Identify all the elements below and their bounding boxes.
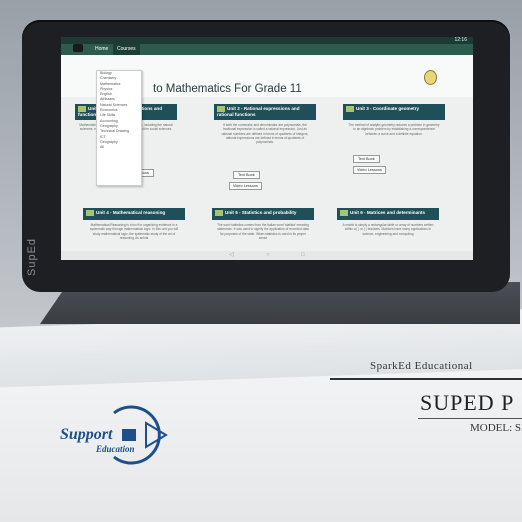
courses-dropdown: Biology Chemistry Mathematics Physics En… [96,70,142,186]
textbook-button[interactable]: Text Book [353,155,380,163]
nav-home[interactable]: Home [95,44,108,55]
status-time: 12:16 [454,37,467,43]
page-title: to Mathematics For Grade 11 [153,83,302,95]
nav-courses[interactable]: Courses [113,44,140,55]
unit-card-header[interactable]: Unit 6 - Matrices and determinants [337,208,439,220]
unit-card-header[interactable]: Unit 5 - Statistics and probability [212,208,314,220]
app-bar: Home Courses [61,44,473,55]
logo-text-education: Education [96,444,135,454]
box-brand-text: SparkEd Educational [370,360,473,372]
video-lessons-button[interactable]: Video Lessons [229,182,262,190]
site-logo-icon [73,44,83,52]
unit-card-3[interactable]: Unit 3 - Coordinate geometry The method … [343,104,445,139]
tablet-screen: 12:16 Home Courses to Mathematics For Gr… [61,37,473,260]
textbook-button[interactable]: Text Book [233,171,260,179]
unit-card-6[interactable]: Unit 6 - Matrices and determinants A mat… [337,208,439,239]
video-lessons-button[interactable]: Video Lessons [353,166,386,174]
unit-icon [215,210,223,216]
box-divider [330,378,522,380]
status-bar: 12:16 [61,37,473,44]
unit-card-description: The word statistics comes from the Itali… [217,223,309,240]
unit-card-description: A matrix is simply a rectangular table o… [342,223,434,236]
box-product-text: SUPED P [420,390,515,415]
unit-icon [340,210,348,216]
recent-apps-icon[interactable]: □ [301,251,305,260]
dropdown-item[interactable]: All [97,145,141,150]
home-button-icon[interactable]: ○ [266,251,270,260]
logo-text-support: Support [60,426,113,443]
unit-card-description: Mathematical Reasoning is a tool for org… [89,223,179,240]
unit-card-description: If both the numerator and denominator ar… [221,123,309,145]
unit-card-5[interactable]: Unit 5 - Statistics and probability The … [212,208,314,243]
unit-card-header[interactable]: Unit 4 - Mathematical reasoning [83,208,185,220]
emblem-icon [424,70,437,85]
unit-icon [86,210,94,216]
unit-card-header[interactable]: Unit 3 - Coordinate geometry [343,104,445,120]
unit-card-header[interactable]: Unit 2 - Rational expressions and ration… [214,104,316,120]
box-rule [418,418,522,419]
back-icon[interactable]: ◁ [229,251,234,260]
android-nav-bar: ◁ ○ □ [61,251,473,260]
unit-card-description: The method of analytic geometry reduces … [348,123,440,136]
tablet-brand: SupEd [26,237,38,276]
box-model-text: MODEL: SE [470,422,522,434]
unit-card-4[interactable]: Unit 4 - Mathematical reasoning Mathemat… [83,208,185,243]
unit-card-2[interactable]: Unit 2 - Rational expressions and ration… [214,104,316,147]
unit-icon [346,106,354,112]
